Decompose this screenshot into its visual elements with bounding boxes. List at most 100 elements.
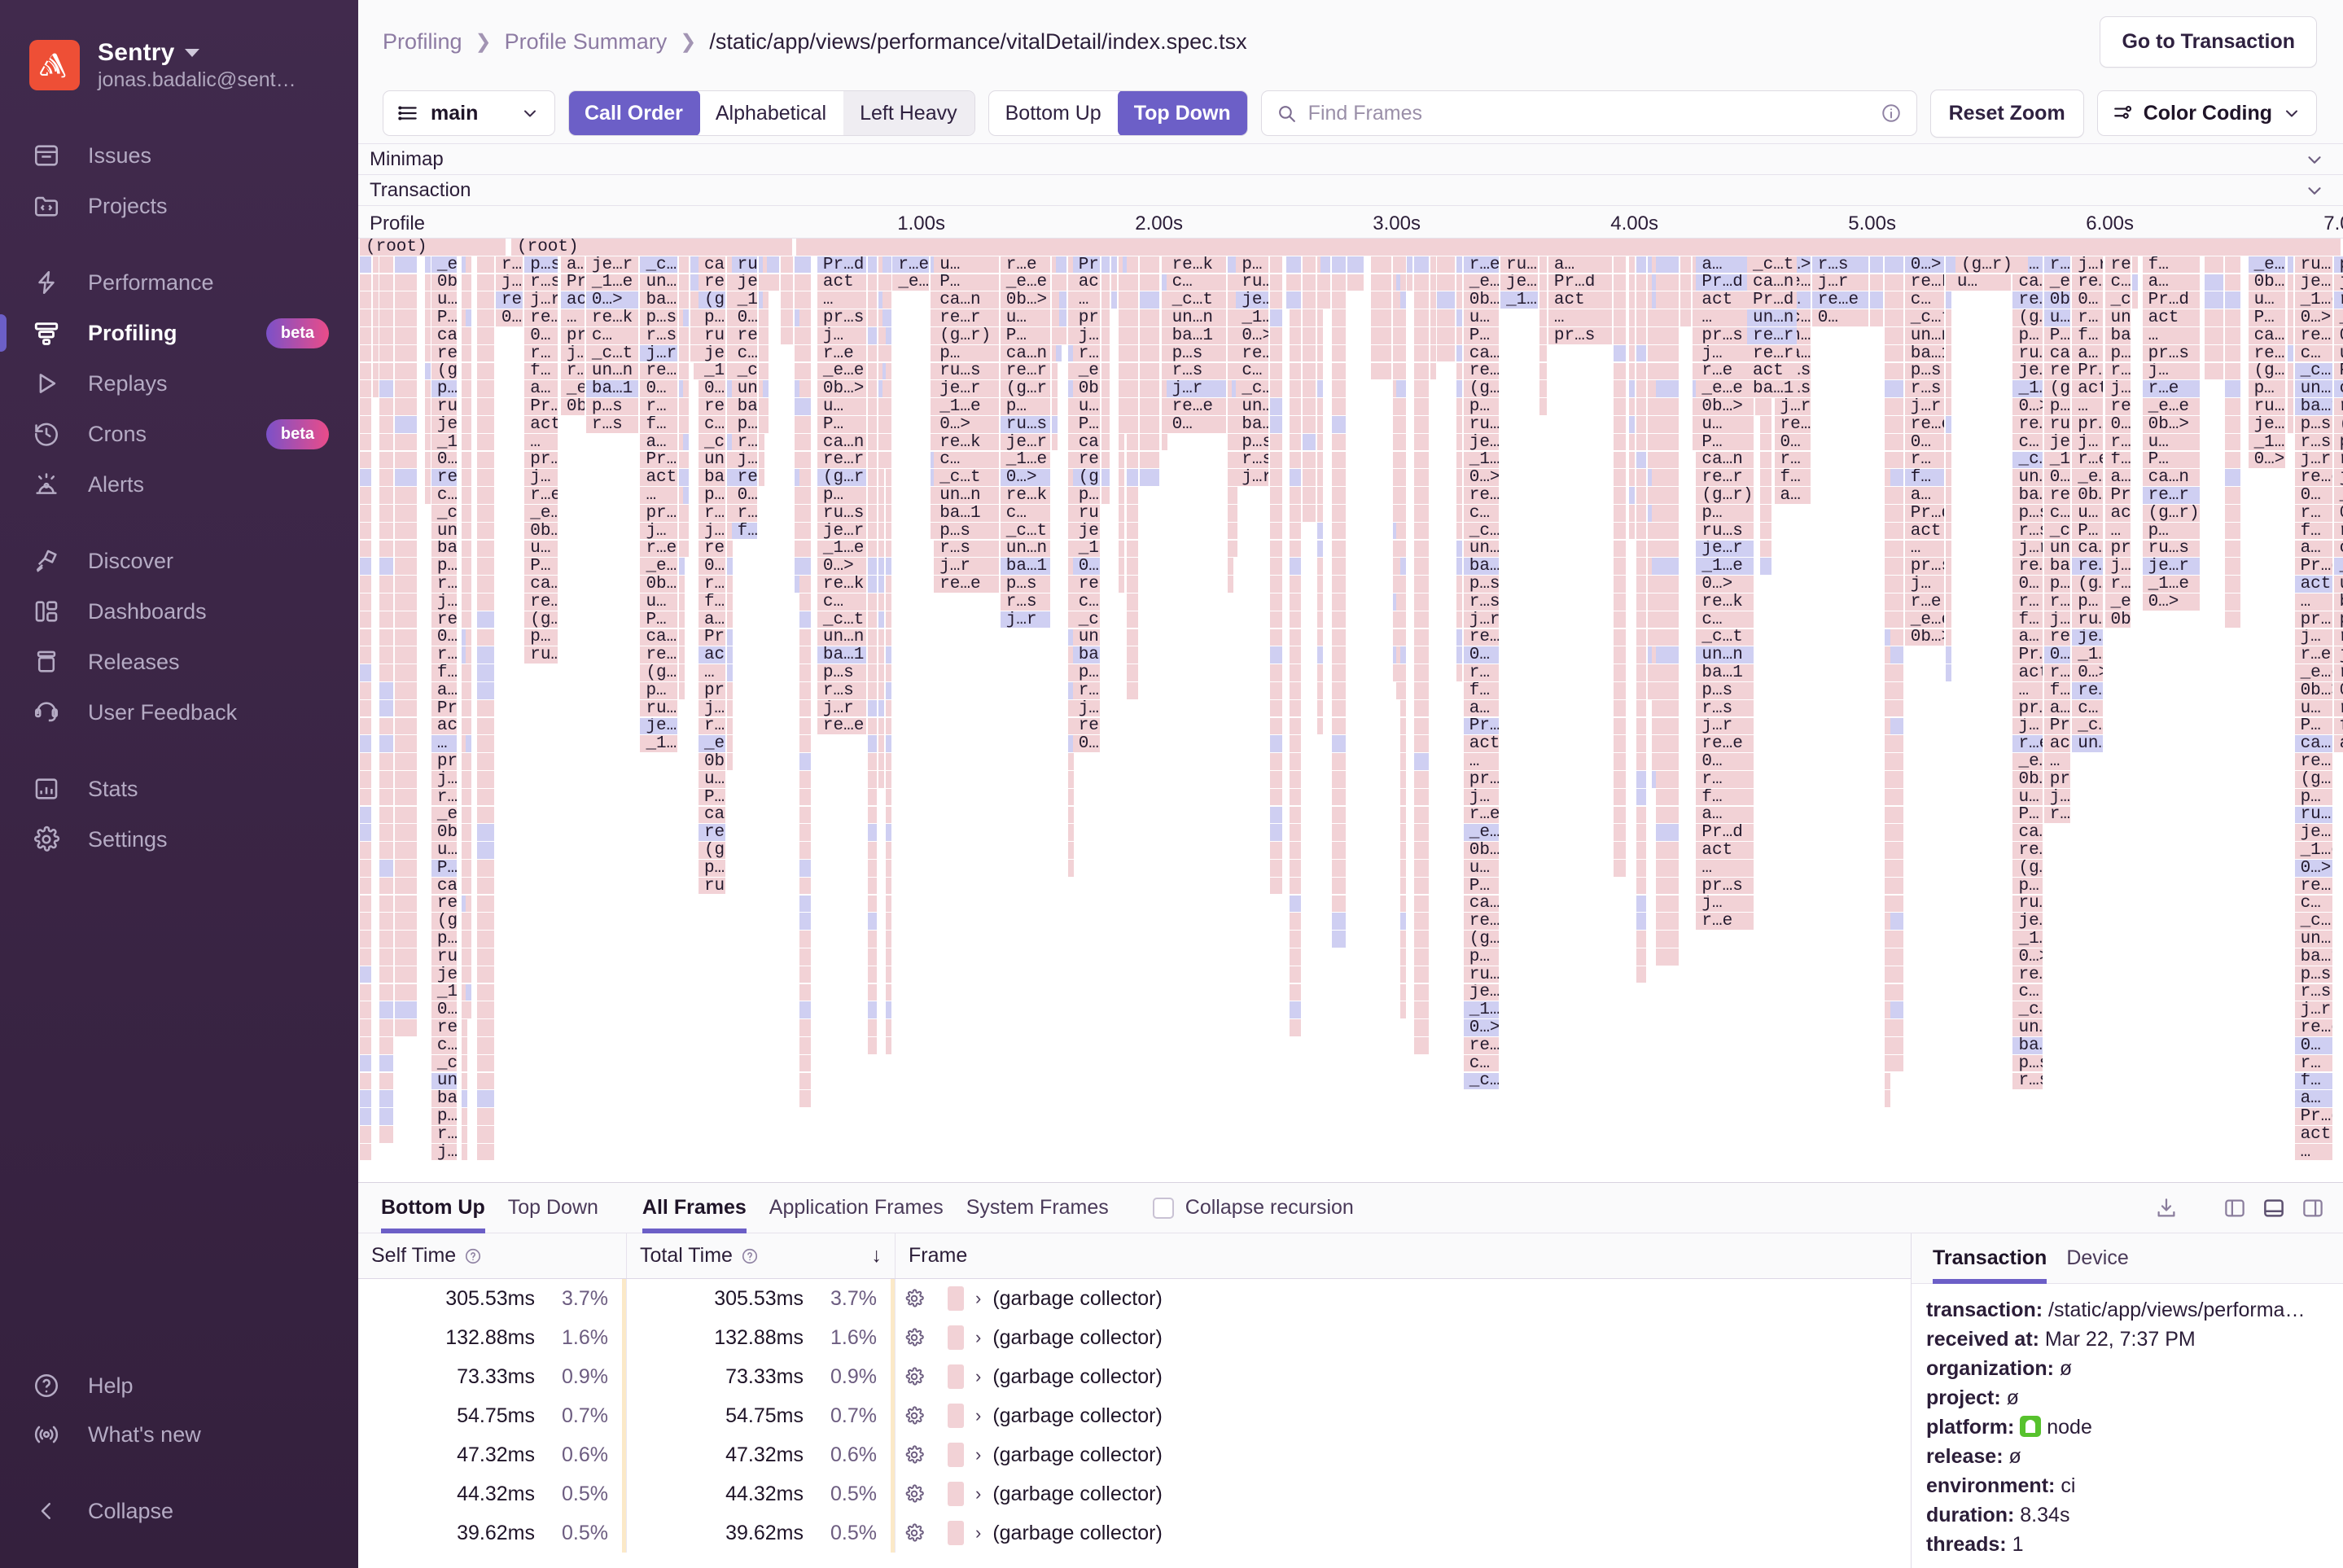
flame-frame[interactable] <box>1316 558 1323 575</box>
flame-frame[interactable]: f… <box>731 522 758 540</box>
flame-frame[interactable] <box>1636 487 1647 504</box>
flame-frame[interactable] <box>1413 806 1429 824</box>
flame-frame[interactable]: P… <box>817 416 866 433</box>
flame-frame[interactable]: act <box>524 416 558 433</box>
flame-frame[interactable]: ca…n <box>1000 344 1050 362</box>
chevron-right-icon[interactable]: › <box>975 1483 981 1504</box>
flame-frame[interactable] <box>1884 487 1890 504</box>
flame-frame[interactable]: j…r <box>1000 611 1050 629</box>
flame-frame[interactable] <box>1332 558 1346 575</box>
flame-frame[interactable]: 0b…> <box>431 824 458 841</box>
flame-frame[interactable]: _c…t <box>2072 717 2104 735</box>
flame-frame[interactable] <box>1656 380 1679 397</box>
flame-frame[interactable] <box>1289 629 1301 646</box>
flame-frame[interactable]: … <box>431 735 458 752</box>
flame-frame[interactable] <box>360 274 371 291</box>
flame-frame[interactable] <box>1140 451 1160 469</box>
flame-frame[interactable] <box>1413 540 1429 558</box>
flame-frame[interactable] <box>1140 380 1160 397</box>
flame-frame[interactable] <box>799 522 811 540</box>
find-frames-input[interactable]: Find Frames <box>1260 90 1917 136</box>
flame-frame[interactable] <box>1400 1001 1407 1018</box>
flame-frame[interactable] <box>886 717 892 735</box>
flame-frame[interactable] <box>886 416 892 433</box>
flame-frame[interactable] <box>395 877 418 895</box>
flame-frame[interactable] <box>379 646 394 664</box>
flame-frame[interactable] <box>867 522 877 540</box>
flame-frame[interactable] <box>360 362 371 380</box>
flame-frame[interactable] <box>1058 274 1067 291</box>
flame-frame[interactable] <box>1656 576 1679 593</box>
flame-frame[interactable] <box>1656 593 1679 611</box>
flame-frame[interactable] <box>466 842 472 859</box>
flame-frame[interactable] <box>395 469 418 486</box>
flame-frame[interactable] <box>767 274 780 291</box>
flame-frame[interactable] <box>1884 895 1890 913</box>
flame-frame[interactable]: act <box>2043 735 2071 752</box>
flame-frame[interactable]: c… <box>2294 344 2332 362</box>
flame-frame[interactable] <box>1413 629 1429 646</box>
flame-frame[interactable]: r…e <box>1463 256 1499 274</box>
flame-frame[interactable] <box>2225 576 2240 593</box>
flame-frame[interactable] <box>1270 558 1283 575</box>
flame-frame[interactable] <box>1413 948 1429 966</box>
flame-frame[interactable] <box>395 842 418 859</box>
flame-frame[interactable]: r…s <box>2043 593 2071 611</box>
flame-frame[interactable] <box>1413 966 1429 983</box>
flame-frame[interactable] <box>1890 398 1903 415</box>
flame-frame[interactable] <box>1231 505 1237 522</box>
flame-frame[interactable] <box>1946 558 1952 575</box>
flame-frame[interactable] <box>1656 948 1679 966</box>
flame-frame[interactable] <box>2287 416 2293 433</box>
flame-frame[interactable] <box>1628 274 1635 291</box>
flame-frame[interactable] <box>466 895 472 913</box>
flame-frame[interactable] <box>477 1090 494 1107</box>
flame-frame[interactable] <box>1289 983 1301 1001</box>
flame-frame[interactable] <box>2205 344 2223 362</box>
flame-frame[interactable]: re…e <box>495 291 523 309</box>
flame-frame[interactable] <box>878 699 885 717</box>
flame-frame[interactable]: ca…n <box>2012 274 2043 291</box>
flame-frame[interactable] <box>1884 699 1890 717</box>
flame-frame[interactable] <box>763 398 769 415</box>
flame-frame[interactable] <box>867 1037 877 1054</box>
flame-frame[interactable] <box>1101 309 1110 326</box>
flame-frame[interactable] <box>1316 629 1323 646</box>
flame-frame[interactable]: ba…1 <box>1236 416 1268 433</box>
flame-frame[interactable] <box>1656 895 1679 913</box>
flame-frame[interactable] <box>372 274 379 291</box>
flame-frame[interactable]: r…s <box>698 505 726 522</box>
flame-frame[interactable]: (g…r) <box>1072 469 1100 486</box>
flame-frame[interactable]: re…e <box>1811 291 1869 309</box>
flame-frame[interactable]: c… <box>2294 895 2332 913</box>
flame-frame[interactable] <box>867 309 877 326</box>
flame-frame[interactable] <box>759 451 765 469</box>
flame-frame[interactable]: je…r <box>2012 913 2043 930</box>
chevron-down-icon[interactable] <box>184 48 199 57</box>
flame-frame[interactable]: un…n <box>698 451 726 469</box>
flame-frame[interactable] <box>1119 522 1125 540</box>
flame-frame[interactable]: pr…s <box>2333 256 2343 274</box>
flame-frame[interactable] <box>867 487 877 504</box>
flame-frame[interactable] <box>466 540 472 558</box>
flame-frame[interactable] <box>1289 1019 1301 1036</box>
flame-frame[interactable]: un…n <box>1166 309 1226 326</box>
flame-frame[interactable]: 0b…> <box>1463 291 1499 309</box>
flame-frame[interactable] <box>466 860 472 877</box>
flame-frame[interactable] <box>878 753 885 770</box>
flame-frame[interactable]: Pr…d <box>2294 1108 2332 1125</box>
flame-frame[interactable]: c… <box>1166 274 1226 291</box>
flame-frame[interactable] <box>424 309 431 326</box>
flame-frame[interactable] <box>1884 433 1890 451</box>
flame-frame[interactable] <box>1400 913 1407 930</box>
flame-frame[interactable] <box>799 380 811 397</box>
flame-frame[interactable]: 0b…> <box>2043 291 2071 309</box>
flame-frame[interactable] <box>395 735 418 752</box>
flame-frame[interactable] <box>379 344 394 362</box>
flame-frame[interactable]: re…e <box>817 717 866 735</box>
flame-frame[interactable] <box>372 327 379 344</box>
flame-frame[interactable]: r…e <box>817 344 866 362</box>
flame-frame[interactable] <box>1127 593 1139 611</box>
flame-frame[interactable]: P… <box>1696 433 1754 451</box>
flame-frame[interactable] <box>1316 451 1323 469</box>
